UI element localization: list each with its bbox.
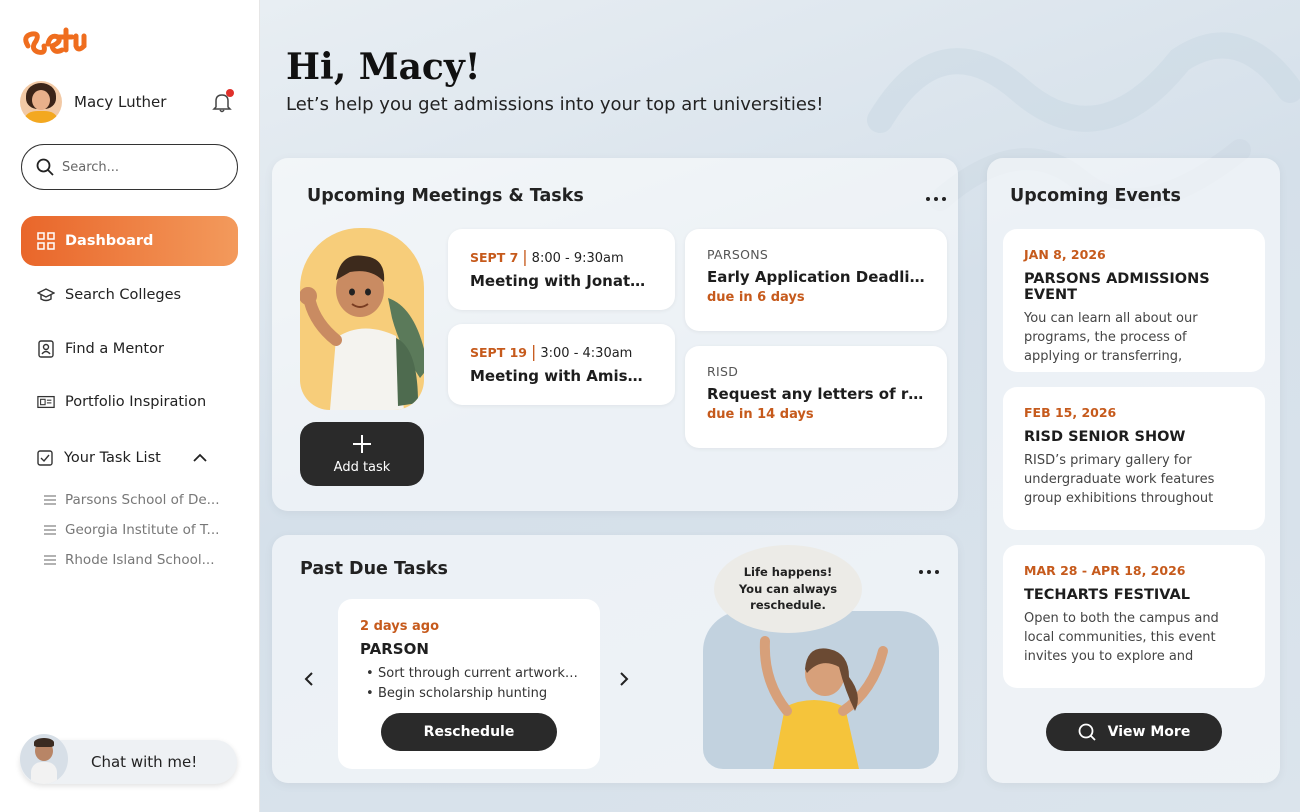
- bubble-line: Life happens!: [743, 564, 833, 579]
- task-tile[interactable]: RISD Request any letters of reco... due …: [685, 346, 947, 448]
- task-list-item[interactable]: Parsons School of De...: [44, 490, 234, 510]
- event-tile[interactable]: JAN 8, 2026 PARSONS ADMISSIONS EVENT You…: [1003, 229, 1265, 372]
- task-list-item-label: Parsons School of De...: [65, 492, 220, 508]
- nav-label: Find a Mentor: [65, 341, 164, 357]
- task-list-item-label: Georgia Institute of T...: [65, 522, 220, 538]
- greeting-subtitle: Let’s help you get admissions into your …: [286, 94, 824, 115]
- meeting-tile[interactable]: SEPT 7 | 8:00 - 9:30am Meeting with Jonath…: [448, 229, 675, 310]
- add-task-label: Add task: [333, 460, 391, 475]
- event-date: MAR 28 - APR 18, 2026: [1024, 563, 1186, 578]
- user-profile[interactable]: Macy Luther: [20, 80, 240, 124]
- event-tile[interactable]: MAR 28 - APR 18, 2026 TECHARTS FESTIVAL …: [1003, 545, 1265, 688]
- speech-bubble: Life happens! You can always reschedule.: [714, 545, 862, 633]
- list-lines-icon: [44, 555, 56, 565]
- sidebar: Macy Luther Dashboard Search Colleges Fi…: [0, 0, 260, 812]
- search-input[interactable]: [62, 159, 212, 175]
- past-due-ago: 2 days ago: [360, 619, 439, 634]
- meeting-tile[interactable]: SEPT 19 | 3:00 - 4:30am Meeting with Amish…: [448, 324, 675, 405]
- event-description: RISD’s primary gallery for undergraduate…: [1024, 453, 1215, 506]
- greeting-title: Hi, Macy!: [286, 46, 481, 88]
- task-list-item[interactable]: Georgia Institute of T...: [44, 520, 234, 540]
- event-date: JAN 8, 2026: [1024, 247, 1106, 262]
- chat-button[interactable]: Chat with me!: [20, 734, 237, 784]
- meeting-title: Meeting with Jonathan...: [470, 272, 653, 290]
- chevron-right-icon[interactable]: [617, 671, 631, 687]
- past-due-task-card[interactable]: 2 days ago PARSON Sort through current a…: [338, 599, 600, 769]
- nav-label: Search Colleges: [65, 287, 182, 303]
- search-icon: [1078, 723, 1096, 741]
- bubble-line: reschedule.: [750, 598, 826, 613]
- avatar[interactable]: [20, 81, 62, 123]
- notification-dot: [226, 89, 234, 97]
- notification-bell-icon[interactable]: [212, 89, 234, 113]
- setu-logo[interactable]: [20, 22, 90, 62]
- task-due: due in 14 days: [707, 407, 814, 422]
- dashboard-icon: [37, 232, 55, 250]
- nav-find-mentor[interactable]: Find a Mentor: [21, 324, 238, 374]
- task-title: Request any letters of reco...: [707, 385, 925, 403]
- event-description: Open to both the campus and local commun…: [1024, 611, 1219, 664]
- view-more-button[interactable]: View More: [1046, 713, 1222, 751]
- event-description: You can learn all about our programs, th…: [1024, 311, 1198, 364]
- event-title: PARSONS ADMISSIONS EVENT: [1024, 271, 1210, 303]
- search-icon: [36, 158, 54, 176]
- checkbox-icon: [37, 450, 53, 466]
- task-due: due in 6 days: [707, 290, 805, 305]
- event-title: TECHARTS FESTIVAL: [1024, 587, 1190, 603]
- search-box[interactable]: [21, 144, 238, 190]
- chat-avatar: [20, 734, 68, 784]
- event-date: FEB 15, 2026: [1024, 405, 1117, 420]
- task-school: PARSONS: [707, 247, 769, 262]
- reschedule-button[interactable]: Reschedule: [381, 713, 557, 751]
- chevron-up-icon[interactable]: [193, 452, 207, 464]
- task-tile[interactable]: PARSONS Early Application Deadline due i…: [685, 229, 947, 331]
- more-options-icon[interactable]: [925, 196, 947, 202]
- task-school: RISD: [707, 364, 739, 379]
- nav-label: Dashboard: [65, 233, 154, 249]
- list-lines-icon: [44, 495, 56, 505]
- view-more-label: View More: [1107, 724, 1191, 740]
- plus-icon: [353, 435, 371, 453]
- list-lines-icon: [44, 525, 56, 535]
- task-list-item[interactable]: Rhode Island School...: [44, 550, 234, 570]
- event-tile[interactable]: FEB 15, 2026 RISD SENIOR SHOW RISD’s pri…: [1003, 387, 1265, 530]
- event-title: RISD SENIOR SHOW: [1024, 429, 1186, 445]
- nav-dashboard[interactable]: Dashboard: [21, 216, 238, 266]
- task-list-label: Your Task List: [64, 450, 161, 466]
- task-list-item-label: Rhode Island School...: [65, 552, 215, 568]
- chat-label: Chat with me!: [91, 753, 198, 771]
- user-name: Macy Luther: [74, 93, 167, 111]
- meeting-time: 3:00 - 4:30am: [540, 346, 633, 361]
- more-options-icon[interactable]: [918, 569, 940, 575]
- add-task-button[interactable]: Add task: [300, 422, 424, 486]
- task-list-toggle[interactable]: Your Task List: [21, 440, 221, 476]
- events-title: Upcoming Events: [1010, 186, 1181, 206]
- mentor-icon: [38, 340, 54, 358]
- nav-label: Portfolio Inspiration: [65, 394, 207, 410]
- past-due-bullet: Begin scholarship hunting: [360, 686, 578, 701]
- past-due-bullet: Sort through current artwork f...: [360, 666, 578, 681]
- meeting-title: Meeting with Amisha P...: [470, 367, 653, 385]
- graduation-cap-icon: [37, 288, 55, 302]
- student-waving-illustration: [300, 228, 424, 410]
- nav-search-colleges[interactable]: Search Colleges: [21, 270, 238, 320]
- chevron-left-icon[interactable]: [302, 671, 316, 687]
- girl-sign-illustration: [703, 611, 939, 769]
- task-title: Early Application Deadline: [707, 268, 925, 286]
- meetings-title: Upcoming Meetings & Tasks: [307, 186, 584, 206]
- nav-portfolio-inspiration[interactable]: Portfolio Inspiration: [21, 377, 238, 427]
- meeting-date: SEPT 19: [470, 345, 527, 360]
- meeting-time: 8:00 - 9:30am: [531, 251, 624, 266]
- past-due-title: Past Due Tasks: [300, 559, 448, 579]
- meeting-date: SEPT 7: [470, 250, 519, 265]
- bubble-line: You can always: [738, 581, 838, 596]
- past-due-school: PARSON: [360, 640, 429, 658]
- portfolio-icon: [37, 395, 55, 409]
